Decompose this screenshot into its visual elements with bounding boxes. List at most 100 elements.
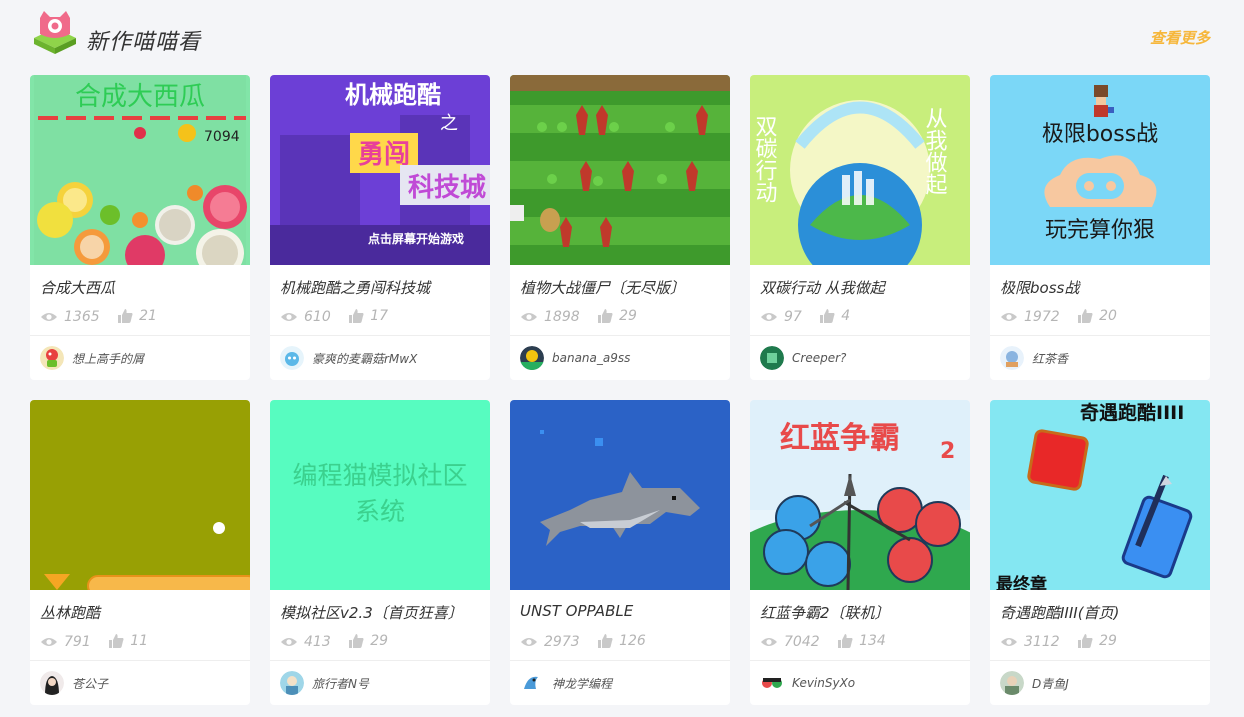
- author-name[interactable]: 红茶香: [1032, 350, 1068, 367]
- avatar[interactable]: [760, 671, 784, 695]
- project-thumbnail[interactable]: 编程猫模拟社区 系统: [270, 400, 490, 590]
- avatar[interactable]: [760, 346, 784, 370]
- eye-icon: [281, 638, 297, 646]
- project-title[interactable]: 极限boss战: [1000, 277, 1205, 298]
- avatar[interactable]: [1000, 671, 1024, 695]
- view-count: 791: [40, 634, 91, 650]
- author-name[interactable]: banana_a9ss: [552, 351, 630, 365]
- thumbs-up-icon: [349, 634, 364, 648]
- author-name[interactable]: 想上高手的屑: [72, 350, 144, 367]
- eye-icon: [1001, 313, 1017, 321]
- thumb-title-text: 极限boss战: [1042, 122, 1158, 147]
- view-count: 3112: [1000, 634, 1060, 650]
- project-title[interactable]: 双碳行动 从我做起: [760, 277, 965, 298]
- author-name[interactable]: 旅行者N号: [312, 675, 369, 692]
- thumb-score-text: 7094: [204, 129, 240, 145]
- project-stats: 3112 29: [1000, 633, 1131, 653]
- view-count: 97: [760, 309, 802, 325]
- project-card[interactable]: 机械跑酷 之 勇闯 科技城 点击屏幕开始游戏 机械跑酷之勇闯科技城 610 17…: [270, 75, 490, 380]
- project-thumbnail[interactable]: 极限boss战 玩完算你狠: [990, 75, 1210, 265]
- card-divider: [750, 660, 970, 661]
- project-card[interactable]: 编程猫模拟社区 系统 模拟社区v2.3〔首页狂喜〕 413 29 旅行者N号: [270, 400, 490, 705]
- author-info[interactable]: 神龙学编程: [520, 671, 612, 695]
- card-divider: [270, 335, 490, 336]
- project-title[interactable]: 合成大西瓜: [40, 277, 245, 298]
- project-title[interactable]: 机械跑酷之勇闯科技城: [280, 277, 485, 298]
- project-title[interactable]: 奇遇跑酷IIII(首页): [1000, 602, 1205, 623]
- avatar[interactable]: [1000, 346, 1024, 370]
- project-title[interactable]: 植物大战僵尸〔无尽版〕: [520, 277, 725, 298]
- project-card[interactable]: UNST OPPABLE 2973 126 神龙学编程: [510, 400, 730, 705]
- thumb-subtitle-text: 之: [440, 113, 458, 134]
- author-info[interactable]: 豪爽的麦霸菇rMwX: [280, 346, 417, 370]
- project-stats: 2973 126: [520, 633, 660, 653]
- project-card[interactable]: 合成大西瓜 7094 合成大西瓜 1365 21 想上高手的屑: [30, 75, 250, 380]
- project-stats: 1365 21: [40, 308, 171, 328]
- thumb-subtitle-text: 2: [940, 439, 955, 464]
- eye-icon: [521, 638, 537, 646]
- author-info[interactable]: 旅行者N号: [280, 671, 369, 695]
- project-title[interactable]: UNST OPPABLE: [520, 602, 725, 620]
- author-name[interactable]: D青鱼J: [1032, 675, 1069, 692]
- author-info[interactable]: 红茶香: [1000, 346, 1068, 370]
- author-name[interactable]: 神龙学编程: [552, 675, 612, 692]
- thumb-subtitle-text: 系统: [355, 497, 405, 526]
- project-thumbnail[interactable]: 红蓝争霸 2: [750, 400, 970, 590]
- eye-icon: [281, 313, 297, 321]
- thumb-subtitle-text: 科技城: [408, 173, 486, 203]
- avatar[interactable]: [40, 671, 64, 695]
- project-thumbnail[interactable]: 双碳行动 从我做起: [750, 75, 970, 265]
- author-info[interactable]: D青鱼J: [1000, 671, 1069, 695]
- view-count: 7042: [760, 634, 820, 650]
- thumb-title-text: 双碳行动: [752, 115, 778, 203]
- project-thumbnail[interactable]: 合成大西瓜 7094: [30, 75, 250, 265]
- author-name[interactable]: 豪爽的麦霸菇rMwX: [312, 350, 417, 367]
- project-card[interactable]: 丛林跑酷 791 11 苍公子: [30, 400, 250, 705]
- project-title[interactable]: 丛林跑酷: [40, 602, 245, 623]
- card-divider: [750, 335, 970, 336]
- project-title[interactable]: 模拟社区v2.3〔首页狂喜〕: [280, 602, 485, 623]
- like-count: 29: [598, 308, 637, 324]
- author-name[interactable]: Creeper?: [792, 351, 846, 365]
- project-thumbnail[interactable]: [510, 400, 730, 590]
- project-thumbnail[interactable]: 机械跑酷 之 勇闯 科技城 点击屏幕开始游戏: [270, 75, 490, 265]
- author-info[interactable]: 想上高手的屑: [40, 346, 144, 370]
- thumbs-up-icon: [1078, 309, 1093, 323]
- project-card[interactable]: 植物大战僵尸〔无尽版〕 1898 29 banana_a9ss: [510, 75, 730, 380]
- like-count: 17: [349, 308, 388, 324]
- thumbs-up-icon: [109, 634, 124, 648]
- author-name[interactable]: KevinSyXo: [792, 676, 855, 690]
- author-info[interactable]: banana_a9ss: [520, 346, 630, 370]
- eye-icon: [761, 638, 777, 646]
- like-count: 134: [838, 633, 886, 649]
- like-count: 20: [1078, 308, 1117, 324]
- project-thumbnail[interactable]: 奇遇跑酷IIII 最终章: [990, 400, 1210, 590]
- avatar[interactable]: [40, 346, 64, 370]
- project-thumbnail[interactable]: [510, 75, 730, 265]
- avatar[interactable]: [520, 671, 544, 695]
- thumb-subtitle-text: 从我做起: [922, 107, 948, 195]
- avatar[interactable]: [520, 346, 544, 370]
- author-info[interactable]: 苍公子: [40, 671, 108, 695]
- thumbs-up-icon: [118, 309, 133, 323]
- project-stats: 791 11: [40, 633, 162, 653]
- project-thumbnail[interactable]: [30, 400, 250, 590]
- section-header: 新作喵喵看 查看更多: [30, 10, 1210, 66]
- project-title[interactable]: 红蓝争霸2〔联机〕: [760, 602, 965, 623]
- author-name[interactable]: 苍公子: [72, 675, 108, 692]
- project-card[interactable]: 极限boss战 玩完算你狠 极限boss战 1972 20 红茶香: [990, 75, 1210, 380]
- project-stats: 1972 20: [1000, 308, 1131, 328]
- project-stats: 413 29: [280, 633, 402, 653]
- thumb-subtitle-text: 玩完算你狠: [1045, 218, 1155, 243]
- avatar[interactable]: [280, 671, 304, 695]
- project-card[interactable]: 红蓝争霸 2 红蓝争霸2〔联机〕 7042 134 KevinSyXo: [750, 400, 970, 705]
- card-divider: [990, 660, 1210, 661]
- view-more-link[interactable]: 查看更多: [1150, 27, 1210, 48]
- project-card[interactable]: 奇遇跑酷IIII 最终章 奇遇跑酷IIII(首页) 3112 29 D青鱼J: [990, 400, 1210, 705]
- like-count: 126: [598, 633, 646, 649]
- cat-cube-logo-icon: [34, 11, 76, 54]
- avatar[interactable]: [280, 346, 304, 370]
- project-card[interactable]: 双碳行动 从我做起 双碳行动 从我做起 97 4 Creeper?: [750, 75, 970, 380]
- author-info[interactable]: KevinSyXo: [760, 671, 855, 695]
- author-info[interactable]: Creeper?: [760, 346, 846, 370]
